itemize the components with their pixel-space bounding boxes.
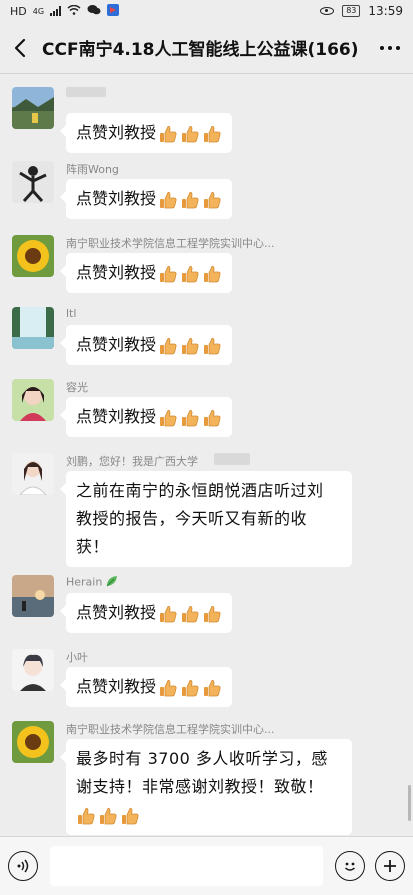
sender-name: ltl [66,307,77,320]
network-label: HD [10,4,27,18]
network-gen-label: 4G [32,6,45,16]
thumbs-up-icon [180,604,200,624]
thumbs-up-icon [158,264,178,284]
blurred-sender-name [66,87,106,97]
chat-title: CCF南宁4.18人工智能线上公益课(166) [42,40,359,60]
thumbs-up-icon [180,264,200,284]
message-text: 点赞刘教授 [76,407,157,426]
thumbs-up-icon [180,678,200,698]
thumbs-up-icon [158,124,178,144]
wifi-icon [67,4,81,18]
message-list[interactable]: 点赞刘教授 阵雨Wong 点赞刘教授 南宁职业技术学院信息工程学院实训中心...… [0,75,413,836]
thumbs-up-icon [202,604,222,624]
plus-icon[interactable] [375,851,405,881]
message-text: 点赞刘教授 [76,123,157,142]
signal-icon [50,6,62,16]
battery-level: 83 [342,5,361,17]
thumbs-up-icon [158,408,178,428]
thumbs-up-icon [180,124,200,144]
sender-name: 南宁职业技术学院信息工程学院实训中心... [66,723,275,736]
message-bubble[interactable]: 点赞刘教授 [59,667,233,707]
eye-comfort-icon [320,7,335,15]
thumbs-up-group [158,124,222,144]
dancer-avatar-icon[interactable] [12,161,54,203]
message-bubble[interactable]: 之前在南宁的永恒朗悦酒店听过刘 教授的报告，今天听又有新的收 获！ [60,471,352,567]
sender-name: 阵雨Wong [66,163,119,176]
message-text: 点赞刘教授 [76,263,157,282]
status-right: 83 13:59 [320,4,403,18]
sunflower-avatar-icon[interactable] [12,235,54,277]
message-text: 点赞刘教授 [76,189,157,208]
blurred-sender-name [214,453,250,465]
message-text-line: 谢支持！非常感谢刘教授！致敬！ [76,777,324,796]
thumbs-up-icon [202,190,222,210]
thumbs-up-group [158,336,222,356]
scrollbar[interactable] [408,785,411,821]
thumbs-up-group [158,604,222,624]
message-text: 点赞刘教授 [76,335,157,354]
sunset-avatar-icon[interactable] [12,575,54,617]
message-bubble[interactable]: 点赞刘教授 [59,113,233,153]
chat-header: CCF南宁4.18人工智能线上公益课(166) [0,22,413,74]
back-arrow-icon[interactable] [0,22,40,74]
more-options-icon[interactable] [367,22,413,74]
message-bubble[interactable]: 点赞刘教授 [59,179,233,219]
sender-name: 容光 [66,381,88,394]
thumbs-up-icon [158,604,178,624]
thumbs-up-icon [98,806,118,826]
thumbs-up-group [76,806,140,826]
message-bubble[interactable]: 点赞刘教授 [59,397,233,437]
thumbs-up-icon [202,264,222,284]
sender-name: Herain [66,575,118,590]
landscape-avatar-icon[interactable] [12,87,54,129]
message-bubble[interactable]: 最多时有 3700 多人收听学习，感 谢支持！非常感谢刘教授！致敬！ [60,739,352,835]
thumbs-up-icon [202,336,222,356]
status-bar: HD 4G 83 13:59 [0,0,413,22]
message-text-line: 之前在南宁的永恒朗悦酒店听过刘 [76,481,324,500]
leaf-emoji-icon [106,575,118,590]
thumbs-up-group [158,408,222,428]
message-text: 点赞刘教授 [76,603,157,622]
waterfall-avatar-icon[interactable] [12,307,54,349]
sunflower-avatar-icon[interactable] [12,721,54,763]
message-bubble[interactable]: 点赞刘教授 [59,325,233,365]
app-notification-icon [107,3,120,19]
message-bubble[interactable]: 点赞刘教授 [59,593,233,633]
thumbs-up-icon [180,190,200,210]
emoji-icon[interactable] [335,851,365,881]
message-bubble[interactable]: 点赞刘教授 [59,253,233,293]
thumbs-up-icon [202,678,222,698]
thumbs-up-group [158,190,222,210]
message-text-line: 最多时有 3700 多人收听学习，感 [76,749,328,768]
thumbs-up-icon [202,124,222,144]
message-text: 点赞刘教授 [76,677,157,696]
sender-name: 南宁职业技术学院信息工程学院实训中心... [66,237,275,250]
thumbs-up-icon [180,336,200,356]
thumbs-up-icon [76,806,96,826]
anime-avatar-icon[interactable] [12,649,54,691]
thumbs-up-icon [202,408,222,428]
input-bar [0,836,413,895]
message-input[interactable] [50,846,323,886]
status-time: 13:59 [368,4,403,18]
thumbs-up-group [158,678,222,698]
voice-input-icon[interactable] [8,851,38,881]
thumbs-up-icon [158,336,178,356]
sender-name-text: Herain [66,575,103,589]
sender-name: 小叶 [66,651,88,664]
woman-avatar-icon[interactable] [12,453,54,495]
thumbs-up-icon [158,678,178,698]
chat-app-icon [87,4,101,19]
thumbs-up-icon [120,806,140,826]
sender-name: 刘鹏，您好！我是广西大学 [66,455,198,468]
thumbs-up-icon [158,190,178,210]
status-left: HD 4G [10,3,120,19]
portrait-avatar-icon[interactable] [12,379,54,421]
message-text-line: 教授的报告，今天听又有新的收 [76,509,308,528]
message-text-line: 获！ [76,537,110,556]
thumbs-up-icon [180,408,200,428]
thumbs-up-group [158,264,222,284]
